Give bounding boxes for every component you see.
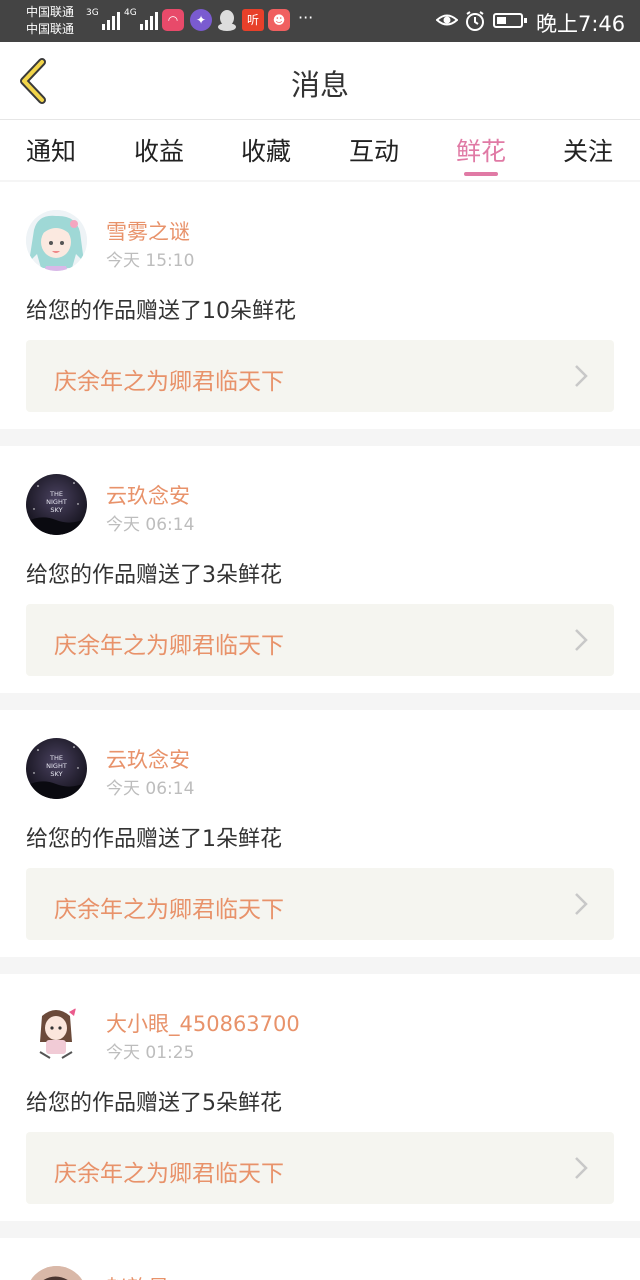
nav-bar: 消息 (0, 42, 640, 120)
chevron-right-icon (575, 365, 588, 387)
sender-name[interactable]: 赵韵昊 (106, 1272, 169, 1280)
chevron-right-icon (575, 1157, 588, 1179)
work-title: 庆余年之为卿君临天下 (54, 369, 284, 395)
work-title: 庆余年之为卿君临天下 (54, 897, 284, 923)
carrier-1: 中国联通 (26, 5, 75, 19)
work-title: 庆余年之为卿君临天下 (54, 1161, 284, 1187)
status-bar: 中国联通 中国联通 3G 4G ◠ ✦ 听 ☻ ··· 晚上7:46 (0, 0, 640, 42)
carrier-2: 中国联通 (26, 22, 75, 36)
tab-flowers[interactable]: 鲜花 (436, 132, 526, 168)
tab-notifications[interactable]: 通知 (6, 132, 96, 168)
avatar[interactable]: THE NIGHT SKY (26, 738, 87, 799)
work-link[interactable]: 庆余年之为卿君临天下 (26, 868, 614, 940)
eye-icon (435, 10, 459, 34)
gift-message: 给您的作品赠送了3朵鲜花 (26, 563, 282, 588)
status-time: 晚上7:46 (536, 12, 626, 36)
sender-name[interactable]: 大小眼_450863700 (106, 1008, 300, 1038)
app-notification-icon: ☻ (268, 9, 290, 31)
avatar-text: THE (49, 754, 63, 762)
avatar-text: SKY (50, 770, 62, 778)
anime-avatar-image (26, 210, 87, 271)
signal-icon-2: 4G (124, 8, 158, 30)
flower-notification-card: 雪雾之谜 今天 15:10 给您的作品赠送了10朵鲜花 庆余年之为卿君临天下 (0, 182, 640, 429)
tab-favorites[interactable]: 收藏 (221, 132, 311, 168)
sent-time: 今天 06:14 (106, 515, 195, 535)
work-link[interactable]: 庆余年之为卿君临天下 (26, 1132, 614, 1204)
avatar[interactable] (26, 210, 87, 271)
flower-notification-card: THE NIGHT SKY 云玖念安 今天 06:14 给您的作品赠送了3朵鲜花… (0, 446, 640, 693)
alarm-icon (464, 10, 486, 36)
sent-time: 今天 15:10 (106, 251, 195, 271)
chevron-right-icon (575, 893, 588, 915)
sent-time: 今天 01:25 (106, 1043, 195, 1063)
avatar-text: THE (49, 490, 63, 498)
sent-time: 今天 06:14 (106, 779, 195, 799)
tab-bar: 通知 收益 收藏 互动 鲜花 关注 (0, 120, 640, 180)
network-type-2: 4G (124, 8, 137, 18)
flower-notification-card: 赵韵昊 (0, 1238, 640, 1280)
app-notification-icon: ◠ (162, 9, 184, 31)
signal-icon: 3G (86, 8, 120, 30)
battery-level (497, 17, 506, 24)
avatar[interactable] (26, 1002, 87, 1063)
chevron-right-icon (575, 629, 588, 651)
gift-message: 给您的作品赠送了1朵鲜花 (26, 827, 282, 852)
gift-message: 给您的作品赠送了10朵鲜花 (26, 299, 296, 324)
active-tab-indicator (464, 172, 498, 176)
flower-notification-card: THE NIGHT SKY 云玖念安 今天 06:14 给您的作品赠送了1朵鲜花… (0, 710, 640, 957)
gift-message: 给您的作品赠送了5朵鲜花 (26, 1091, 282, 1116)
qq-penguin-icon (216, 9, 238, 31)
more-notifications-icon: ··· (298, 8, 314, 27)
tab-interactions[interactable]: 互动 (329, 132, 419, 168)
listen-app-icon: 听 (242, 9, 264, 31)
sender-name[interactable]: 雪雾之谜 (106, 216, 190, 246)
app-notification-icon: ✦ (190, 9, 212, 31)
avatar[interactable] (26, 1266, 87, 1280)
avatar[interactable]: THE NIGHT SKY (26, 474, 87, 535)
night-sky-avatar-image: THE NIGHT SKY (26, 738, 87, 799)
carrier-labels: 中国联通 中国联通 (26, 4, 74, 38)
avatar-text: NIGHT (46, 498, 67, 506)
battery-icon (493, 13, 527, 28)
avatar-text: NIGHT (46, 762, 67, 770)
network-type-1: 3G (86, 8, 99, 18)
sender-name[interactable]: 云玖念安 (106, 480, 190, 510)
tab-follows[interactable]: 关注 (543, 132, 633, 168)
photo-avatar-image (26, 1266, 87, 1280)
tab-earnings[interactable]: 收益 (114, 132, 204, 168)
work-title: 庆余年之为卿君临天下 (54, 633, 284, 659)
page-title: 消息 (290, 68, 349, 102)
flower-notification-card: 大小眼_450863700 今天 01:25 给您的作品赠送了5朵鲜花 庆余年之… (0, 974, 640, 1221)
cartoon-girl-avatar-image (26, 1002, 87, 1063)
night-sky-avatar-image: THE NIGHT SKY (26, 474, 87, 535)
sender-name[interactable]: 云玖念安 (106, 744, 190, 774)
avatar-text: SKY (50, 506, 62, 514)
work-link[interactable]: 庆余年之为卿君临天下 (26, 604, 614, 676)
work-link[interactable]: 庆余年之为卿君临天下 (26, 340, 614, 412)
